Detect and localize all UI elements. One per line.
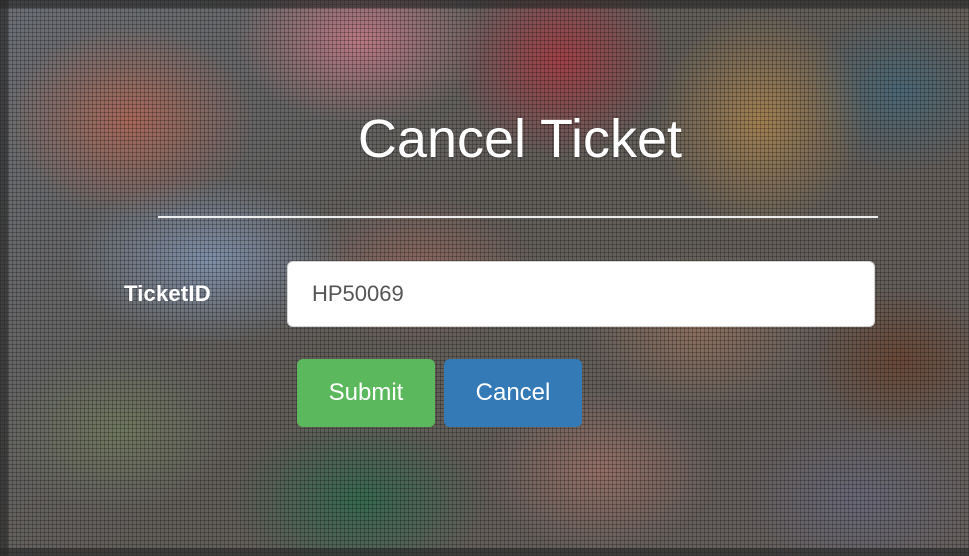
bottom-edge: [0, 548, 969, 556]
ticket-id-label: TicketID: [124, 281, 211, 306]
page-title: Cancel Ticket: [357, 109, 683, 169]
cancel-button[interactable]: Cancel: [444, 359, 582, 427]
left-edge: [0, 0, 8, 556]
title-divider: [158, 216, 878, 218]
cancel-ticket-page: Cancel Ticket TicketID Submit Cancel: [0, 0, 969, 556]
ticket-id-input[interactable]: [287, 261, 875, 327]
submit-button[interactable]: Submit: [297, 359, 435, 427]
top-edge: [0, 0, 969, 8]
